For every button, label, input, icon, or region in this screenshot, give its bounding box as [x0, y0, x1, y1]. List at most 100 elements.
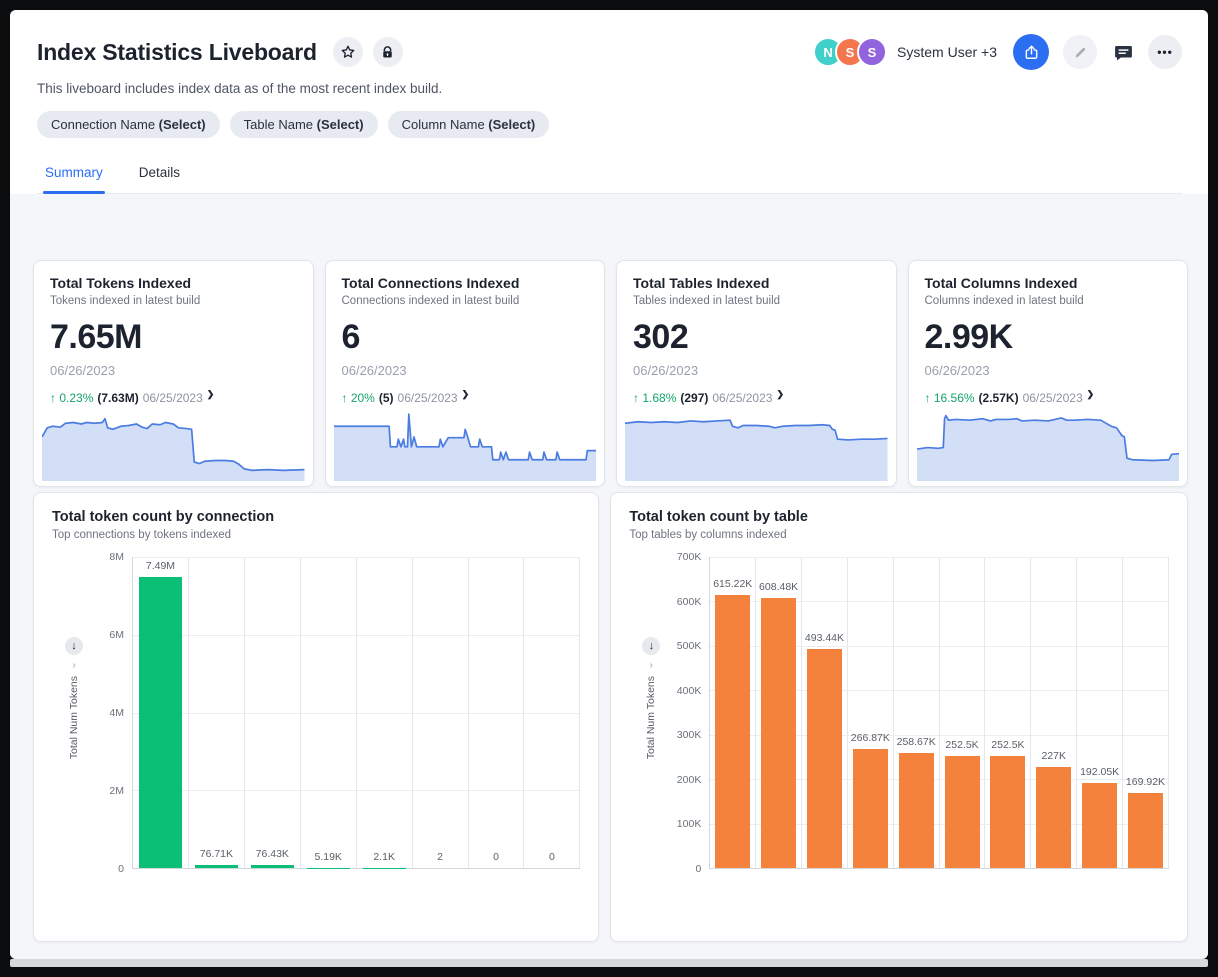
y-axis-tick: 700K — [677, 551, 702, 563]
bar-column[interactable]: 5.19K — [301, 557, 357, 868]
kpi-title: Total Connections Indexed — [342, 275, 589, 291]
chart-plot-area: 615.22K608.48K493.44K266.87K258.67K252.5… — [709, 557, 1169, 869]
liveboard-description: This liveboard includes index data as of… — [37, 81, 1182, 96]
kpi-value: 6 — [342, 318, 589, 357]
bar[interactable] — [715, 595, 750, 868]
bar[interactable] — [807, 649, 842, 868]
chart-subtitle: Top tables by columns indexed — [629, 529, 1169, 541]
kpi-card[interactable]: Total Columns IndexedColumns indexed in … — [908, 260, 1189, 487]
pencil-icon — [1073, 45, 1088, 60]
bar-column[interactable]: 76.71K — [189, 557, 245, 868]
chevron-right-icon[interactable]: ❯ — [1087, 389, 1095, 400]
y-axis-title: Total Num Tokens — [68, 676, 80, 759]
kpi-card[interactable]: Total Connections Indexed Connections ind… — [325, 260, 606, 487]
tab-summary[interactable]: Summary — [43, 155, 105, 193]
bar-column[interactable]: 2 — [413, 557, 469, 868]
kpi-sparkline — [42, 405, 305, 481]
bar-value-label: 0 — [502, 851, 601, 863]
chart-subtitle: Top connections by tokens indexed — [52, 529, 580, 541]
more-options-button[interactable]: ••• — [1148, 35, 1182, 69]
bar-column[interactable]: 258.67K — [894, 557, 940, 868]
avatar[interactable]: S — [857, 37, 887, 67]
kpi-title: Total Tokens Indexed — [50, 275, 297, 291]
bar[interactable] — [251, 865, 294, 868]
kpi-card[interactable]: Total Tables Indexed Tables indexed in la… — [616, 260, 897, 487]
kpi-date: 06/26/2023 — [342, 363, 589, 378]
kpi-date: 06/26/2023 — [925, 363, 1172, 378]
bar-column[interactable]: 169.92K — [1123, 557, 1169, 868]
chart-plot-area: 7.49M76.71K76.43K5.19K2.1K200 — [132, 557, 580, 869]
y-axis-tick: 2M — [109, 785, 124, 797]
kpi-value: 2.99K — [925, 318, 1172, 357]
bar-column[interactable]: 7.49M — [133, 557, 189, 868]
kpi-change: ↑ 1.68%(297)06/25/2023❯ — [633, 391, 880, 405]
comments-button[interactable] — [1113, 42, 1134, 63]
favorite-button[interactable] — [333, 37, 363, 67]
bar-column[interactable]: 615.22K — [710, 557, 756, 868]
kpi-change-previous-value: (297) — [680, 391, 708, 405]
bar-column[interactable]: 0 — [524, 557, 580, 868]
bar[interactable] — [990, 756, 1025, 868]
filter-chip-table-name[interactable]: Table Name (Select) — [230, 111, 378, 138]
bar-column[interactable]: 76.43K — [245, 557, 301, 868]
page-title: Index Statistics Liveboard — [37, 39, 317, 66]
authors-label: System User +3 — [897, 44, 997, 60]
kpi-subtitle: Connections indexed in latest build — [342, 295, 589, 307]
axis-chevron-icon: › — [72, 660, 75, 671]
bar-column[interactable]: 266.87K — [848, 557, 894, 868]
edit-button[interactable] — [1063, 35, 1097, 69]
axis-chevron-icon: › — [650, 660, 653, 671]
charts-row: Total token count by connectionTop conne… — [33, 492, 1188, 942]
liveboard-header: Index Statistics Liveboard N S S System … — [10, 10, 1208, 194]
bar[interactable] — [195, 865, 238, 868]
filter-chip-column-name[interactable]: Column Name (Select) — [388, 111, 550, 138]
star-icon — [340, 44, 356, 60]
bar[interactable] — [1036, 767, 1071, 868]
y-axis-tick: 0 — [118, 863, 124, 875]
kpi-change: ↑ 16.56%(2.57K)06/25/2023❯ — [925, 391, 1172, 405]
chart-card[interactable]: Total token count by connectionTop conne… — [33, 492, 599, 942]
liveboard-window: Index Statistics Liveboard N S S System … — [10, 10, 1208, 959]
bar-column[interactable]: 227K — [1031, 557, 1077, 868]
kpi-date: 06/26/2023 — [633, 363, 880, 378]
kpi-card[interactable]: Total Tokens Indexed Tokens indexed in la… — [33, 260, 314, 487]
chart-title: Total token count by table — [629, 509, 1169, 525]
bar-column[interactable]: 252.5K — [940, 557, 986, 868]
bar-column[interactable]: 192.05K — [1077, 557, 1123, 868]
bar-column[interactable]: 252.5K — [985, 557, 1031, 868]
bar-column[interactable]: 493.44K — [802, 557, 848, 868]
chevron-right-icon[interactable]: ❯ — [462, 389, 470, 400]
kpi-subtitle: Tokens indexed in latest build — [50, 295, 297, 307]
kpi-subtitle: Tables indexed in latest build — [633, 295, 880, 307]
kpi-change-date: 06/25/2023 — [398, 391, 458, 405]
bar-column[interactable]: 608.48K — [756, 557, 802, 868]
bar[interactable] — [945, 756, 980, 868]
bar[interactable] — [853, 749, 888, 868]
sort-descending-icon[interactable]: ↓ — [642, 637, 660, 655]
kpi-change-date: 06/25/2023 — [143, 391, 203, 405]
bar[interactable] — [1082, 783, 1117, 868]
tab-bar: Summary Details — [37, 155, 1182, 194]
comment-icon — [1113, 42, 1134, 63]
sort-descending-icon[interactable]: ↓ — [65, 637, 83, 655]
bar-column[interactable]: 0 — [469, 557, 525, 868]
bar[interactable] — [1128, 793, 1163, 868]
tab-details[interactable]: Details — [137, 155, 182, 193]
kpi-value: 7.65M — [50, 318, 297, 357]
filter-chip-connection-name[interactable]: Connection Name (Select) — [37, 111, 220, 138]
share-button[interactable] — [1013, 34, 1049, 70]
author-avatars[interactable]: N S S — [813, 37, 887, 67]
y-axis-tick: 200K — [677, 774, 702, 786]
kpi-title: Total Tables Indexed — [633, 275, 880, 291]
chevron-right-icon[interactable]: ❯ — [207, 389, 215, 400]
bar-column[interactable]: 2.1K — [357, 557, 413, 868]
kpi-change-percent: ↑ 0.23% — [50, 391, 93, 405]
horizontal-scrollbar[interactable] — [10, 959, 1208, 967]
bar[interactable] — [139, 577, 182, 868]
chevron-right-icon[interactable]: ❯ — [776, 389, 784, 400]
chart-card[interactable]: Total token count by table Top tables by … — [610, 492, 1188, 942]
y-axis-tick: 500K — [677, 640, 702, 652]
bar[interactable] — [899, 753, 934, 868]
y-axis-tick: 0 — [695, 863, 701, 875]
y-axis-tick: 300K — [677, 729, 702, 741]
